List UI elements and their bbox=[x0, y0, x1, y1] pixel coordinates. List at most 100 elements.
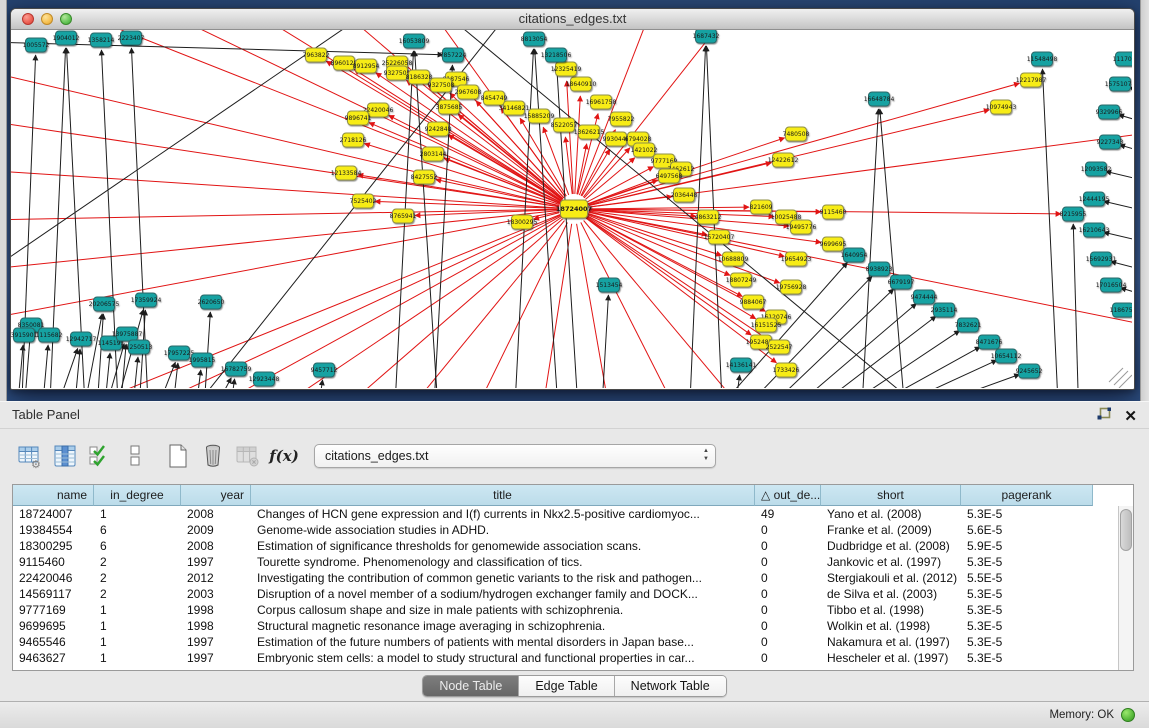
network-node-2718126[interactable]: 2718126 bbox=[340, 133, 367, 147]
network-node-12942717[interactable]: 12942717 bbox=[66, 332, 97, 346]
network-node-1186753[interactable]: 1186753 bbox=[1110, 303, 1132, 317]
network-node-12422612[interactable]: 12422612 bbox=[768, 153, 799, 167]
tab-node-table[interactable]: Node Table bbox=[423, 676, 519, 696]
network-node-13626215[interactable]: 13626215 bbox=[574, 125, 605, 139]
network-node-16961758[interactable]: 16961758 bbox=[586, 95, 617, 109]
network-node-18807249[interactable]: 18807249 bbox=[726, 273, 757, 287]
network-node-12444195[interactable]: 12444195 bbox=[1079, 192, 1110, 206]
network-node-821609[interactable]: 821609 bbox=[750, 200, 773, 214]
network-node-12093582[interactable]: 12093582 bbox=[1081, 162, 1112, 176]
column-header-title[interactable]: title bbox=[251, 485, 755, 506]
resize-grip-icon[interactable] bbox=[1114, 371, 1128, 385]
network-node-7832621[interactable]: 7832621 bbox=[955, 318, 982, 332]
network-node-10654112[interactable]: 10654112 bbox=[991, 349, 1022, 363]
network-node-1733426[interactable]: 1733426 bbox=[773, 363, 800, 377]
network-node-1995815[interactable]: 1995815 bbox=[189, 353, 216, 367]
network-node-8427552[interactable]: 8427552 bbox=[411, 170, 438, 184]
network-node-2223407[interactable]: 2223407 bbox=[118, 31, 145, 45]
network-node-7857224[interactable]: 7857224 bbox=[440, 48, 467, 62]
network-node-6679197[interactable]: 6679197 bbox=[888, 275, 915, 289]
network-node-12217987[interactable]: 12217987 bbox=[1016, 73, 1047, 87]
network-node-7480508[interactable]: 7480508 bbox=[783, 127, 810, 141]
network-node-1687432[interactable]: 1687432 bbox=[693, 30, 720, 43]
network-node-13975887[interactable]: 13975887 bbox=[112, 327, 143, 341]
vertical-scrollbar[interactable] bbox=[1118, 506, 1133, 670]
select-columns-icon[interactable] bbox=[84, 441, 116, 471]
column-header-out_degree[interactable]: △ out_de... bbox=[755, 485, 821, 506]
network-node-3875685[interactable]: 3875685 bbox=[436, 100, 463, 114]
network-node-2935114[interactable]: 2935114 bbox=[931, 303, 958, 317]
network-node-1421022[interactable]: 1421022 bbox=[631, 143, 658, 157]
delete-table-icon[interactable] bbox=[197, 441, 229, 471]
column-header-name[interactable]: name bbox=[13, 485, 94, 506]
network-window[interactable]: citations_edges.txt 79638228960128891295… bbox=[10, 8, 1135, 390]
table-row[interactable]: 946554611997Estimation of the future num… bbox=[13, 634, 1119, 650]
network-node-16210643[interactable]: 16210643 bbox=[1079, 223, 1110, 237]
network-node-10974943[interactable]: 10974943 bbox=[986, 100, 1017, 114]
network-node-9457712[interactable]: 9457712 bbox=[311, 363, 338, 377]
network-node-12133584[interactable]: 12133584 bbox=[331, 166, 362, 180]
import-table-icon[interactable] bbox=[232, 441, 264, 471]
network-node-14136141[interactable]: 14136141 bbox=[726, 358, 757, 372]
network-node-16053809[interactable]: 16053809 bbox=[399, 34, 430, 48]
network-node-17016504[interactable]: 17016504 bbox=[1096, 278, 1127, 292]
row-pair-icon[interactable] bbox=[119, 441, 151, 471]
network-node-16151525[interactable]: 16151525 bbox=[751, 318, 782, 332]
network-node-11548498[interactable]: 11548498 bbox=[1027, 52, 1058, 66]
table-row[interactable]: 969969511998Structural magnetic resonanc… bbox=[13, 618, 1119, 634]
network-node-2036448[interactable]: 2036448 bbox=[671, 188, 698, 202]
network-node-17359924[interactable]: 17359924 bbox=[131, 293, 162, 307]
network-node-19654923[interactable]: 19654923 bbox=[781, 252, 812, 266]
network-node-18724007[interactable]: 18724007 bbox=[556, 200, 592, 218]
function-builder-icon[interactable]: f(x) bbox=[267, 441, 301, 471]
network-node-3915901[interactable]: 3915901 bbox=[11, 328, 38, 342]
network-node-15885209[interactable]: 15885209 bbox=[524, 109, 555, 123]
network-node-1117074[interactable]: 1117074 bbox=[1113, 52, 1132, 66]
network-node-9896741[interactable]: 9896741 bbox=[345, 111, 372, 125]
network-node-9329966[interactable]: 9329966 bbox=[1096, 105, 1123, 119]
column-header-year[interactable]: year bbox=[181, 485, 251, 506]
close-panel-icon[interactable]: ✕ bbox=[1124, 409, 1137, 425]
float-window-icon[interactable] bbox=[1096, 406, 1112, 427]
network-node-9327508[interactable]: 9327508 bbox=[428, 78, 455, 92]
tab-edge-table[interactable]: Edge Table bbox=[519, 676, 614, 696]
network-node-7955822[interactable]: 7955822 bbox=[608, 112, 635, 126]
network-node-2967608[interactable]: 2967608 bbox=[455, 85, 482, 99]
left-collapsed-panel[interactable] bbox=[0, 0, 7, 401]
network-node-1115682[interactable]: 1115682 bbox=[36, 328, 63, 342]
network-node-20206575[interactable]: 20206575 bbox=[89, 297, 120, 311]
network-node-13218506[interactable]: 13218506 bbox=[541, 48, 572, 62]
scrollbar-thumb[interactable] bbox=[1120, 509, 1132, 551]
network-node-9699695[interactable]: 9699695 bbox=[820, 237, 847, 251]
network-node-1640954[interactable]: 1640954 bbox=[841, 248, 868, 262]
network-node-19495776[interactable]: 19495776 bbox=[786, 220, 817, 234]
column-header-short[interactable]: short bbox=[821, 485, 961, 506]
table-row[interactable]: 1938455462009Genome-wide association stu… bbox=[13, 522, 1119, 538]
network-node-8938923[interactable]: 8938923 bbox=[866, 262, 893, 276]
network-node-1005572[interactable]: 1005572 bbox=[23, 38, 50, 52]
network-node-18640910[interactable]: 18640910 bbox=[566, 77, 597, 91]
network-node-1513454[interactable]: 1513454 bbox=[596, 278, 623, 292]
table-row[interactable]: 1872400712008Changes of HCN gene express… bbox=[13, 506, 1119, 522]
table-row[interactable]: 946362711997Embryonic stem cells: a mode… bbox=[13, 650, 1119, 666]
new-table-icon[interactable] bbox=[162, 441, 194, 471]
network-node-1904012[interactable]: 1904012 bbox=[53, 31, 80, 45]
table-row[interactable]: 1830029562008Estimation of significance … bbox=[13, 538, 1119, 554]
network-node-18300295[interactable]: 18300295 bbox=[507, 215, 538, 229]
resize-grip-icon[interactable] bbox=[1119, 375, 1132, 388]
network-node-15720407[interactable]: 15720407 bbox=[704, 230, 735, 244]
show-column-icon[interactable] bbox=[49, 441, 81, 471]
table-row[interactable]: 977716911998Corpus callosum shape and si… bbox=[13, 602, 1119, 618]
network-node-15692931[interactable]: 15692931 bbox=[1086, 252, 1117, 266]
network-node-2803144[interactable]: 2803144 bbox=[420, 147, 447, 161]
table-settings-icon[interactable]: ⚙ bbox=[14, 441, 46, 471]
table-selector[interactable]: citations_edges.txt ▲▼ bbox=[314, 444, 716, 468]
network-node-9242848[interactable]: 9242848 bbox=[425, 122, 452, 136]
tab-network-table[interactable]: Network Table bbox=[615, 676, 726, 696]
network-node-7963822[interactable]: 7963822 bbox=[303, 48, 330, 62]
network-node-12325419[interactable]: 12325419 bbox=[551, 62, 582, 76]
network-node-2620650[interactable]: 2620650 bbox=[198, 295, 225, 309]
network-node-1250513[interactable]: 1250513 bbox=[126, 340, 153, 354]
network-node-8471676[interactable]: 8471676 bbox=[976, 335, 1003, 349]
network-node-6497568[interactable]: 6497568 bbox=[656, 169, 683, 183]
